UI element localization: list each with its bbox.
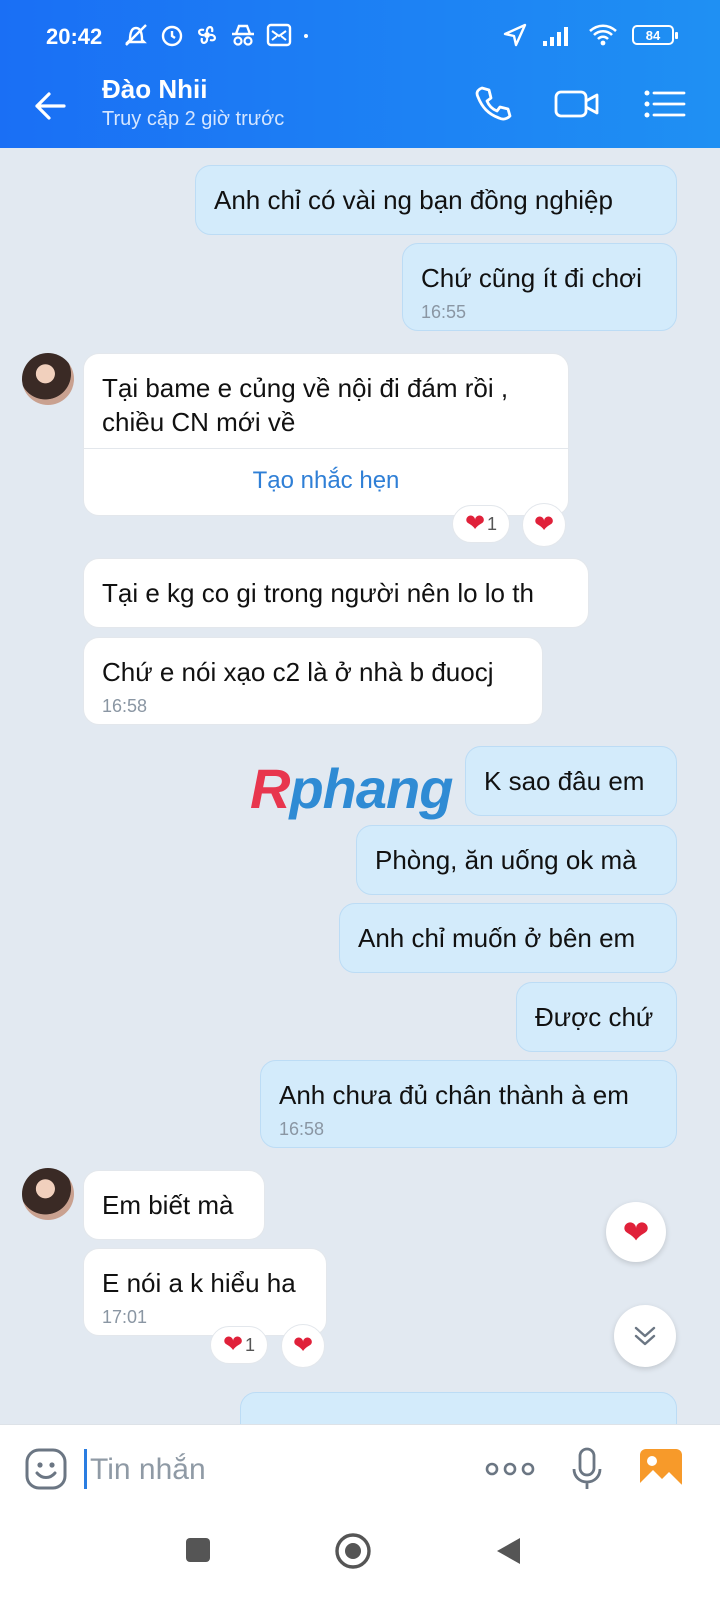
wifi-icon [589, 24, 617, 46]
incognito-icon [232, 24, 254, 46]
heart-icon: ❤ [622, 1214, 650, 1250]
message-time: 16:55 [421, 302, 467, 322]
quick-heart-button[interactable]: ❤ [606, 1202, 666, 1262]
heart-icon: ❤ [533, 511, 555, 538]
watermark: Rphang [250, 756, 453, 821]
signal-icon [543, 27, 568, 46]
app-header: 20:42 84 Đào Nhii Truy cập 2 giờ trước [0, 0, 720, 148]
message-text: Chứ e nói xạo c2 là ở nhà b đuocj [102, 657, 494, 687]
message-time: 16:58 [279, 1119, 325, 1139]
message-text: Tại e kg co gi trong người nên lo lo th [102, 578, 534, 608]
home-icon[interactable] [334, 1532, 372, 1570]
message-text: Phòng, ăn uống ok mà [375, 845, 637, 875]
reaction-count: 1 [487, 513, 498, 534]
heart-icon: ❤ [464, 510, 486, 537]
heart-icon: ❤ [292, 1332, 314, 1359]
watermark-letter: R [250, 757, 290, 820]
message-outgoing[interactable]: Được chứ [516, 982, 677, 1052]
message-outgoing[interactable]: Anh chỉ muốn ở bên em [339, 903, 677, 973]
message-incoming[interactable]: Tại e kg co gi trong người nên lo lo th [83, 558, 589, 628]
watermark-text: phang [289, 757, 453, 820]
status-icons-left [122, 22, 311, 48]
message-text: E nói a k hiểu ha [102, 1268, 296, 1298]
react-heart-button[interactable]: ❤ [281, 1324, 325, 1368]
message-outgoing[interactable]: Phòng, ăn uống ok mà [356, 825, 677, 895]
reaction-summary[interactable]: ❤ 1 [210, 1326, 268, 1364]
message-text: K sao đâu em [484, 766, 645, 796]
reaction-summary[interactable]: ❤ 1 [452, 505, 510, 543]
message-text: Anh chỉ muốn ở bên em [358, 923, 636, 953]
message-text: Được chứ [535, 1002, 654, 1032]
last-seen-status: Truy cập 2 giờ trước [102, 108, 285, 130]
mail-icon [266, 23, 292, 47]
recent-apps-icon[interactable] [184, 1536, 212, 1564]
contact-avatar[interactable] [22, 353, 74, 405]
message-input[interactable] [88, 1445, 472, 1495]
react-heart-button[interactable]: ❤ [522, 503, 566, 547]
message-outgoing[interactable]: K sao đâu em [465, 746, 677, 816]
contact-name[interactable]: Đào Nhii [102, 74, 207, 105]
message-outgoing[interactable]: Chứ cũng ít đi chơi 16:55 [402, 243, 677, 331]
message-outgoing[interactable]: Anh chỉ có vài ng bạn đồng nghiệp [195, 165, 677, 235]
message-text: Anh chỉ có vài ng bạn đồng nghiệp [214, 185, 613, 215]
message-incoming[interactable]: Chứ e nói xạo c2 là ở nhà b đuocj 16:58 [83, 637, 543, 725]
message-incoming[interactable]: E nói a k hiểu ha 17:01 [83, 1248, 327, 1336]
status-bar: 20:42 84 [0, 0, 720, 60]
location-icon [503, 23, 527, 47]
phone-call-icon[interactable] [470, 82, 518, 126]
message-outgoing-partial[interactable] [240, 1392, 677, 1424]
message-text: Chứ cũng ít đi chơi [421, 263, 642, 293]
message-text: Em biết mà [102, 1190, 234, 1220]
heart-icon: ❤ [222, 1331, 244, 1358]
message-outgoing[interactable]: Anh chưa đủ chân thành à em 16:58 [260, 1060, 677, 1148]
reaction-count: 1 [245, 1334, 256, 1355]
status-time: 20:42 [46, 24, 103, 49]
contact-avatar[interactable] [22, 1168, 74, 1220]
scroll-down-button[interactable] [614, 1305, 676, 1367]
message-incoming[interactable]: Em biết mà [83, 1170, 265, 1240]
system-nav-bar [0, 1514, 720, 1600]
back-arrow-icon[interactable] [28, 84, 72, 128]
back-nav-icon[interactable] [494, 1536, 522, 1566]
menu-list-icon[interactable] [640, 82, 688, 126]
message-time: 16:58 [102, 696, 148, 716]
fan-icon [198, 26, 216, 44]
status-icons-right: 84 [502, 22, 678, 48]
text-cursor [84, 1449, 87, 1489]
alarm-icon [161, 25, 183, 47]
message-composer [0, 1424, 720, 1515]
microphone-icon[interactable] [570, 1447, 604, 1491]
message-text-line2: chiều CN mới về [102, 407, 296, 437]
more-options-icon[interactable] [484, 1447, 536, 1491]
chat-thread[interactable]: Anh chỉ có vài ng bạn đồng nghiệp Chứ cũ… [0, 148, 720, 1424]
message-text: Anh chưa đủ chân thành à em [279, 1080, 629, 1110]
double-chevron-down-icon [634, 1326, 656, 1346]
dot-icon [304, 34, 308, 38]
emoji-sticker-icon[interactable] [24, 1447, 68, 1491]
video-call-icon[interactable] [553, 82, 601, 126]
message-incoming[interactable]: Tại bame e củng về nội đi đám rồi , chiề… [83, 353, 569, 516]
mute-icon [125, 24, 147, 46]
message-text: Tại bame e củng về nội đi đám rồi , [102, 373, 509, 403]
message-time: 17:01 [102, 1307, 148, 1327]
battery-indicator: 84 [632, 25, 678, 45]
image-gallery-icon[interactable] [638, 1447, 684, 1491]
